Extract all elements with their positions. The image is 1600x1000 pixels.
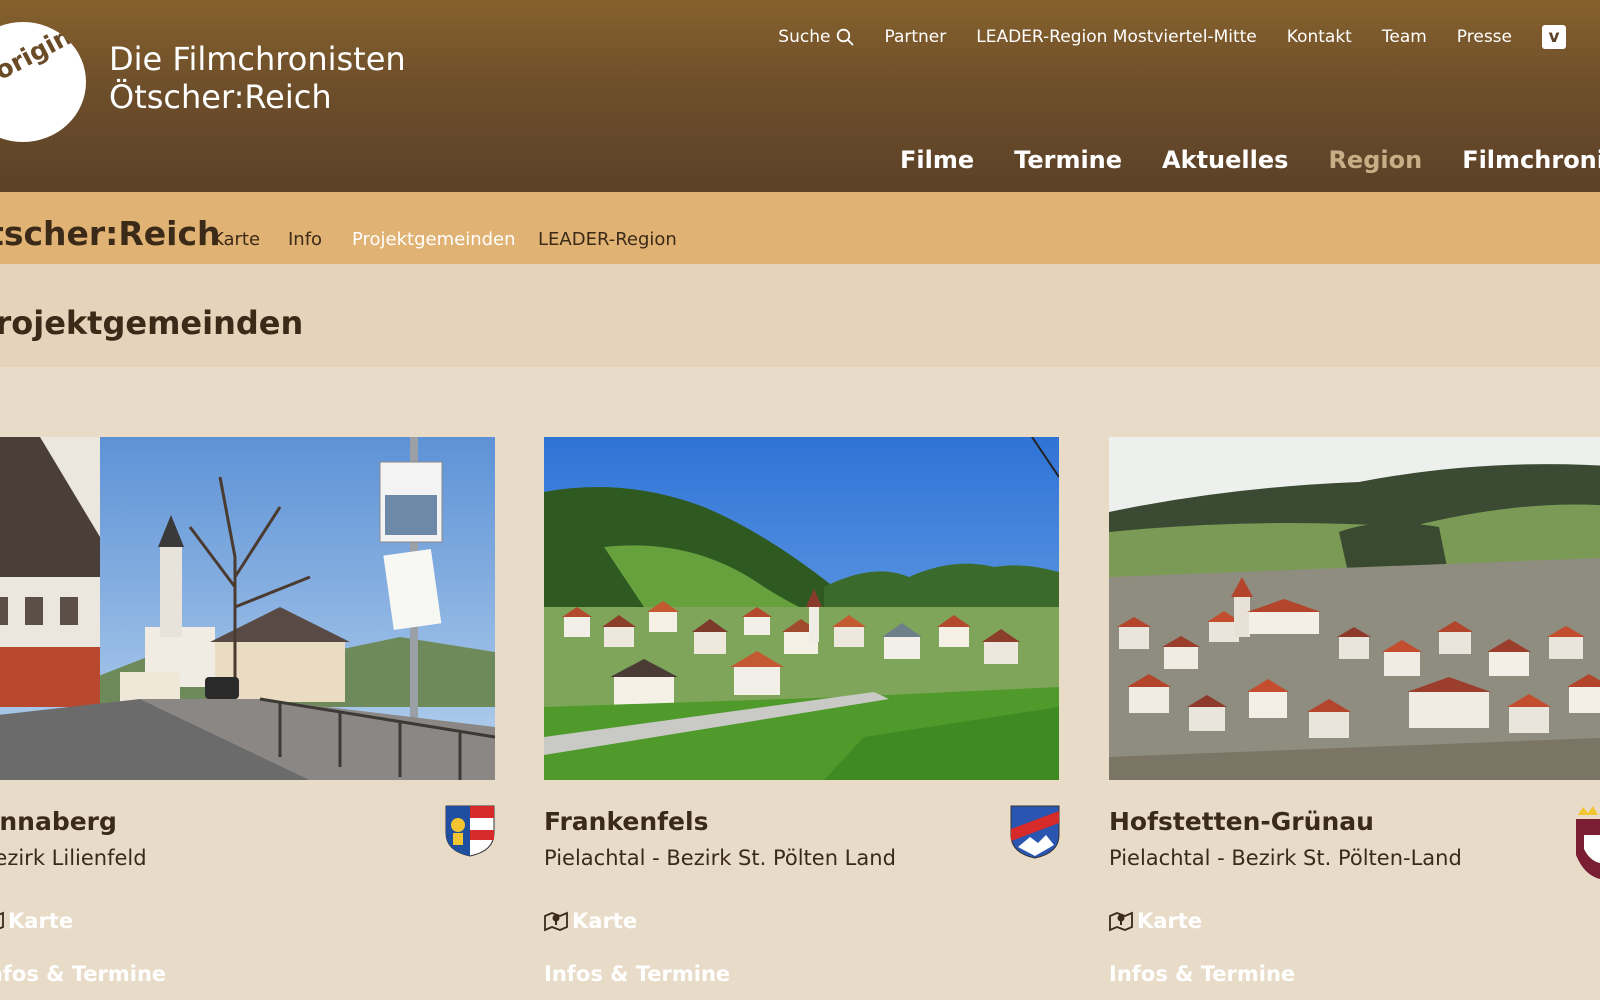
- logo-badge[interactable]: original: [0, 22, 86, 142]
- nav-filme[interactable]: Filme: [900, 146, 974, 174]
- partner-link[interactable]: Partner: [884, 27, 946, 47]
- site-title-line1: Die Filmchronisten: [109, 40, 406, 78]
- card-karte-label: Karte: [572, 909, 638, 933]
- map-marker-icon: [0, 910, 4, 932]
- card-karte-label: Karte: [8, 909, 74, 933]
- card-photo-annaberg[interactable]: [0, 437, 495, 780]
- site-title[interactable]: Die Filmchronisten Ötscher:Reich: [109, 40, 406, 116]
- crest-hofstetten-icon: [1574, 805, 1600, 885]
- subnav-title: Ötscher:Reich: [0, 214, 221, 253]
- crest-frankenfels-icon: [1010, 805, 1060, 863]
- card-infos-link[interactable]: Infos & Termine: [1109, 962, 1295, 986]
- community-card: Frankenfels Pielachtal - Bezirk St. Pölt…: [544, 437, 1060, 986]
- nav-region[interactable]: Region: [1328, 146, 1422, 174]
- main-nav: Filme Termine Aktuelles Region Filmchron…: [900, 146, 1600, 174]
- card-photo-hofstetten[interactable]: [1109, 437, 1600, 780]
- card-subtitle: Pielachtal - Bezirk St. Pölten Land: [544, 846, 896, 870]
- card-subtitle: Pielachtal - Bezirk St. Pölten-Land: [1109, 846, 1462, 870]
- site-header: original Die Filmchronisten Ötscher:Reic…: [0, 0, 1600, 192]
- card-infos-link[interactable]: Infos & Termine: [544, 962, 730, 986]
- community-card: Annaberg Bezirk Lilienfeld Karte Infos &…: [0, 437, 495, 986]
- map-marker-icon: [1109, 910, 1133, 932]
- card-karte-label: Karte: [1137, 909, 1203, 933]
- region-subnav: Ötscher:Reich Karte Info Projektgemeinde…: [0, 192, 1600, 264]
- page-heading: Projektgemeinden: [0, 304, 304, 342]
- subnav-item-info[interactable]: Info: [288, 229, 322, 250]
- card-karte-link[interactable]: Karte: [1109, 909, 1202, 933]
- community-card: Hofstetten-Grünau Pielachtal - Bezirk St…: [1109, 437, 1600, 986]
- site-title-line2: Ötscher:Reich: [109, 78, 332, 116]
- subnav-item-projektgemeinden[interactable]: Projektgemeinden: [352, 229, 516, 250]
- subnav-item-leader-region[interactable]: LEADER-Region: [538, 229, 677, 250]
- nav-termine[interactable]: Termine: [1014, 146, 1122, 174]
- top-nav: Suche Partner LEADER-Region Mostviertel-…: [778, 25, 1566, 49]
- card-karte-link[interactable]: Karte: [544, 909, 637, 933]
- leader-region-link[interactable]: LEADER-Region Mostviertel-Mitte: [976, 27, 1257, 47]
- search-icon: [836, 28, 854, 46]
- crest-annaberg-icon: [445, 805, 495, 861]
- team-link[interactable]: Team: [1382, 27, 1427, 47]
- card-title[interactable]: Frankenfels: [544, 807, 708, 836]
- card-subtitle: Bezirk Lilienfeld: [0, 846, 147, 870]
- page-heading-band: Projektgemeinden: [0, 264, 1600, 367]
- search-link[interactable]: Suche: [778, 27, 854, 47]
- kontakt-link[interactable]: Kontakt: [1287, 27, 1352, 47]
- card-karte-link[interactable]: Karte: [0, 909, 73, 933]
- card-infos-link[interactable]: Infos & Termine: [0, 962, 166, 986]
- logo-text: original: [0, 22, 86, 86]
- card-title[interactable]: Hofstetten-Grünau: [1109, 807, 1374, 836]
- nav-filmchronisten[interactable]: Filmchronisten: [1462, 146, 1600, 174]
- card-photo-frankenfels[interactable]: [544, 437, 1059, 780]
- map-marker-icon: [544, 910, 568, 932]
- presse-link[interactable]: Presse: [1457, 27, 1512, 47]
- subnav-item-karte[interactable]: Karte: [212, 229, 260, 250]
- vimeo-icon[interactable]: v: [1542, 25, 1566, 49]
- card-title[interactable]: Annaberg: [0, 807, 117, 836]
- nav-aktuelles[interactable]: Aktuelles: [1162, 146, 1288, 174]
- search-label: Suche: [778, 27, 831, 47]
